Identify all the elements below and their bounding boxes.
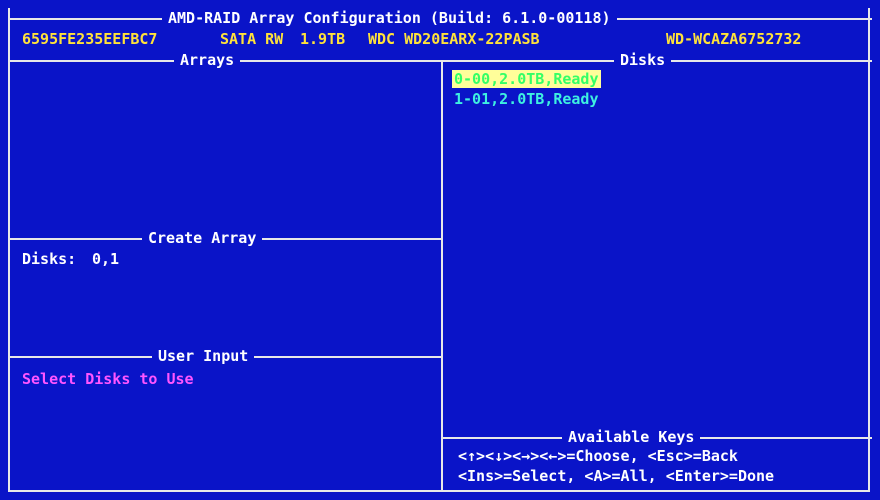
keys-line-1: <↑><↓><→><←>=Choose, <Esc>=Back xyxy=(458,447,738,465)
disk-size: 1.9TB xyxy=(300,30,346,48)
disk-model: WDC WD20EARX-22PASB xyxy=(368,30,540,48)
keys-line-2: <Ins>=Select, <A>=All, <Enter>=Done xyxy=(458,467,775,485)
disk-item-0[interactable]: 0-00,2.0TB,Ready xyxy=(452,70,601,88)
disks-panel-title: Disks xyxy=(614,51,672,69)
create-array-title: Create Array xyxy=(142,229,263,247)
disks-value: 0,1 xyxy=(92,250,120,268)
window-title: AMD-RAID Array Configuration (Build: 6.1… xyxy=(162,9,617,27)
user-input-message: Select Disks to Use xyxy=(22,370,194,388)
bios-raid-screen: AMD-RAID Array Configuration (Build: 6.1… xyxy=(0,0,880,500)
keys-panel-title: Available Keys xyxy=(562,428,701,446)
disk-id: 6595FE235EEFBC7 xyxy=(22,30,158,48)
disk-serial: WD-WCAZA6752732 xyxy=(666,30,802,48)
disks-label: Disks: xyxy=(22,250,77,268)
disk-type: SATA RW xyxy=(220,30,284,48)
panel-divider xyxy=(441,60,443,492)
disk-item-1[interactable]: 1-01,2.0TB,Ready xyxy=(454,90,599,108)
user-input-title: User Input xyxy=(152,347,255,365)
arrays-list[interactable] xyxy=(10,62,440,236)
